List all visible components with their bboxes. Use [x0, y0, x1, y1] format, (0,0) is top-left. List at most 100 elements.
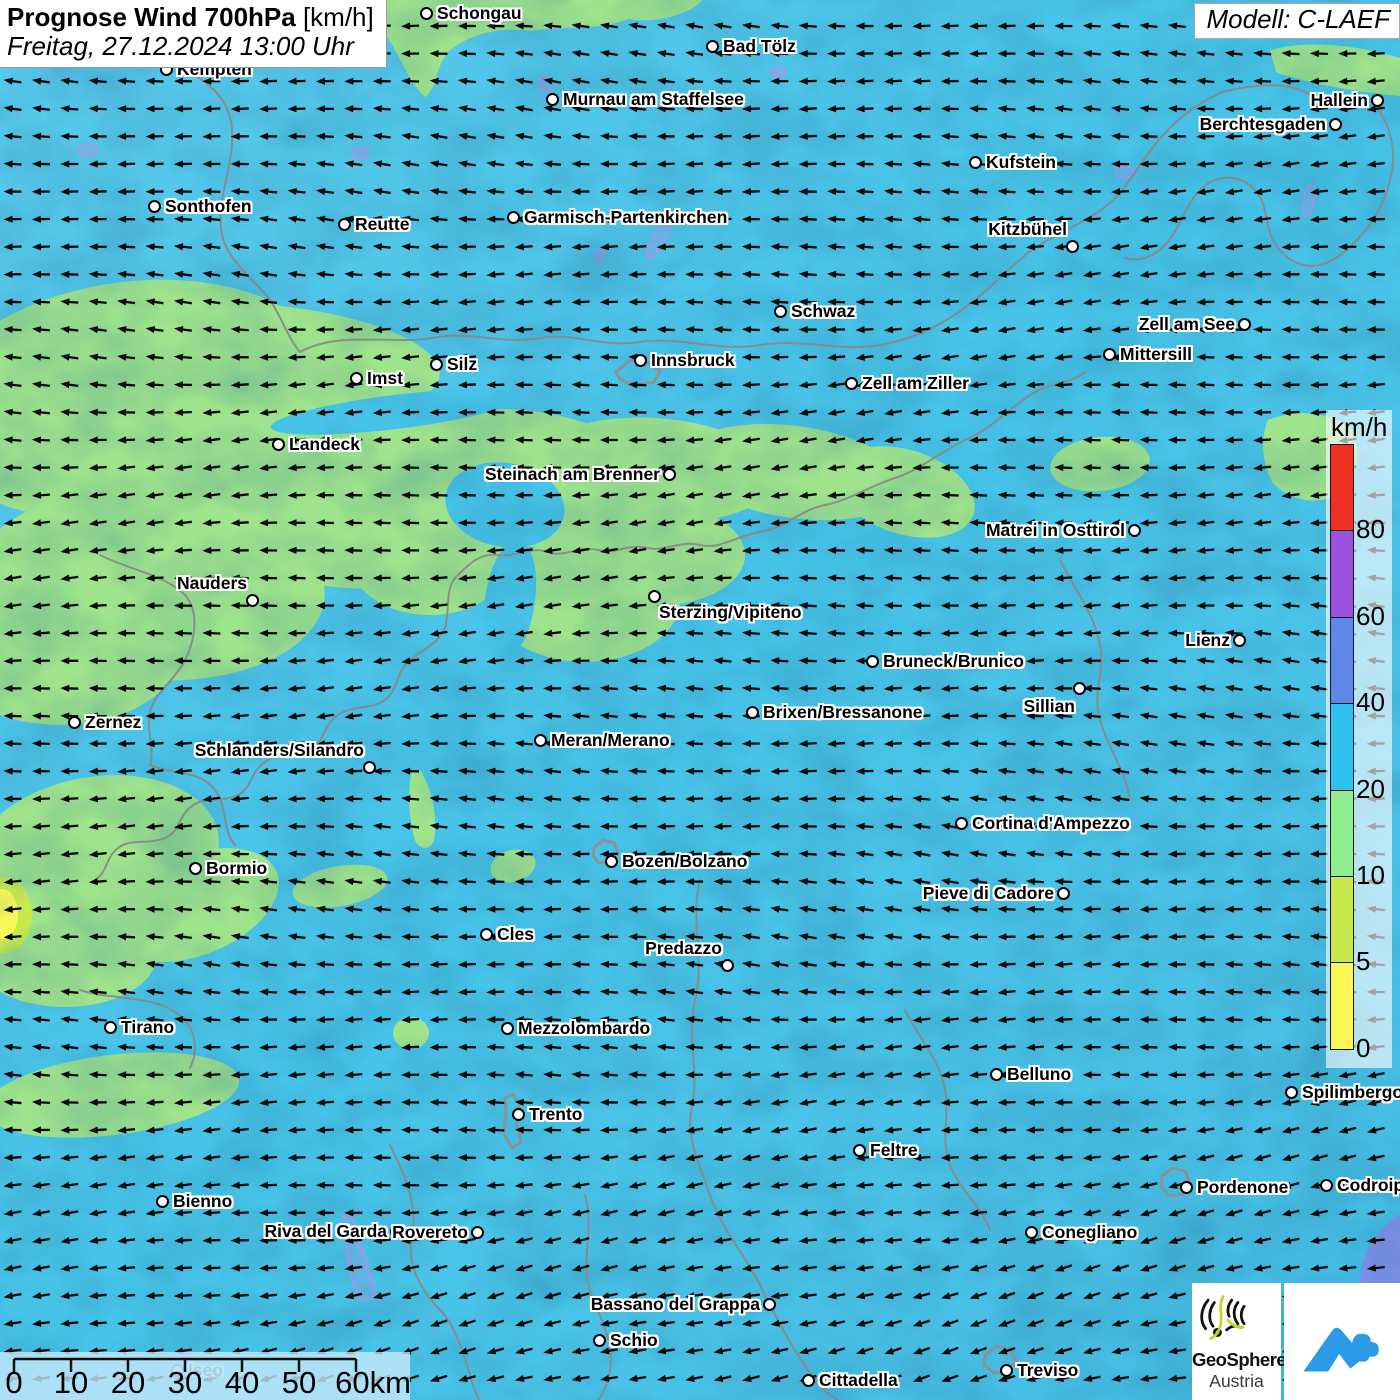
scale-tick-label: 50: [282, 1365, 316, 1400]
city-label: Codroipo: [1337, 1175, 1400, 1196]
city-marker-icon: [802, 1374, 815, 1387]
city-label: Imst: [367, 368, 403, 389]
city-label: Mittersill: [1120, 344, 1192, 365]
city-label: Meran/Merano: [551, 730, 670, 751]
scale-tick-label: 20: [111, 1365, 145, 1400]
legend-tick-label: 10: [1356, 860, 1385, 891]
city-label: Mezzolombardo: [518, 1018, 650, 1039]
city-marker-icon: [1329, 118, 1342, 131]
city-marker-icon: [866, 655, 879, 668]
scale-tick-label: 10: [54, 1365, 88, 1400]
city-label: Bad Tölz: [723, 36, 796, 57]
city-label: Schlanders/Silandro: [195, 740, 364, 761]
city-marker-icon: [350, 372, 363, 385]
city-marker-icon: [246, 594, 259, 607]
city-marker-icon: [593, 1334, 606, 1347]
city-marker-icon: [546, 93, 559, 106]
city-marker-icon: [1025, 1226, 1038, 1239]
city-marker-icon: [534, 734, 547, 747]
city-marker-icon: [1320, 1179, 1333, 1192]
city-label: Zernez: [85, 712, 141, 733]
city-marker-icon: [507, 211, 520, 224]
city-label: Bozen/Bolzano: [622, 851, 747, 872]
city-marker-icon: [1238, 318, 1251, 331]
city-label: Garmisch-Partenkirchen: [524, 207, 727, 228]
scale-tick-label: 0: [5, 1365, 22, 1400]
legend-tick-label: 5: [1356, 946, 1370, 977]
city-marker-icon: [634, 354, 647, 367]
city-label: Landeck: [289, 434, 360, 455]
legend: km/h 806040201050: [1326, 410, 1392, 1068]
city-marker-icon: [1371, 94, 1384, 107]
city-marker-icon: [471, 1226, 484, 1239]
city-label: Hallein: [1311, 90, 1368, 111]
city-label: Bassano del Grappa: [591, 1294, 760, 1315]
legend-segment: [1331, 790, 1353, 876]
city-label: Reutte: [355, 214, 409, 235]
city-marker-icon: [955, 817, 968, 830]
scale-tick-label: 30: [168, 1365, 202, 1400]
legend-segment: [1331, 962, 1353, 1048]
city-marker-icon: [338, 218, 351, 231]
city-label: Predazzo: [645, 938, 722, 959]
city-marker-icon: [501, 1022, 514, 1035]
city-marker-icon: [1000, 1364, 1013, 1377]
city-label: Tirano: [121, 1017, 174, 1038]
city-label: Bormio: [206, 858, 267, 879]
city-marker-icon: [663, 468, 676, 481]
city-marker-icon: [1285, 1086, 1298, 1099]
title-box: Prognose Wind 700hPa [km/h] Freitag, 27.…: [0, 0, 387, 68]
map-title: Prognose Wind 700hPa [km/h]: [7, 3, 374, 32]
city-marker-icon: [1180, 1181, 1193, 1194]
city-label: Zell am Ziller: [862, 373, 969, 394]
city-label: Bruneck/Brunico: [883, 651, 1024, 672]
city-label: Spilimbergo: [1302, 1082, 1400, 1103]
legend-segment: [1331, 530, 1353, 616]
city-label: Kitzbühel: [988, 219, 1067, 240]
scale-tick-label: 60km: [335, 1365, 411, 1400]
city-marker-icon: [763, 1298, 776, 1311]
city-marker-icon: [148, 200, 161, 213]
legend-tick-label: 20: [1356, 774, 1385, 805]
city-marker-icon: [512, 1108, 525, 1121]
geosphere-org-name: GeoSphere: [1192, 1349, 1281, 1371]
city-label: Zell am See: [1139, 314, 1235, 335]
geosphere-logo-box: GeoSphere Austria: [1192, 1283, 1281, 1400]
city-label: Rovereto: [392, 1222, 468, 1243]
city-marker-icon: [706, 40, 719, 53]
model-label: Modell: C-LAEF: [1194, 3, 1400, 39]
city-marker-icon: [480, 928, 493, 941]
city-marker-icon: [1128, 524, 1141, 537]
map-title-main: Prognose Wind 700hPa: [7, 2, 296, 32]
city-label: Kufstein: [986, 152, 1056, 173]
city-label: Pieve di Cadore: [923, 883, 1054, 904]
legend-segment: [1331, 703, 1353, 789]
city-marker-icon: [272, 438, 285, 451]
cities-layer: SchongauBad TölzKemptenMurnau am Staffel…: [0, 0, 1400, 1400]
legend-tick-label: 60: [1356, 601, 1385, 632]
city-marker-icon: [104, 1021, 117, 1034]
wind-forecast-map: SchongauBad TölzKemptenMurnau am Staffel…: [0, 0, 1400, 1400]
legend-bar: [1330, 444, 1354, 1050]
city-marker-icon: [1073, 682, 1086, 695]
city-label: Sterzing/Vipiteno: [659, 602, 802, 623]
city-label: Schongau: [437, 3, 522, 24]
city-label: Cortina d'Ampezzo: [972, 813, 1130, 834]
city-marker-icon: [605, 855, 618, 868]
city-marker-icon: [420, 7, 433, 20]
city-label: Lienz: [1185, 630, 1230, 651]
mountain-cloud-icon: [1296, 1296, 1388, 1388]
map-subtitle: Freitag, 27.12.2024 13:00 Uhr: [7, 32, 374, 61]
city-marker-icon: [1233, 634, 1246, 647]
city-label: Sillian: [1023, 696, 1075, 717]
city-marker-icon: [1057, 887, 1070, 900]
city-label: Murnau am Staffelsee: [563, 89, 744, 110]
city-label: Belluno: [1007, 1064, 1071, 1085]
city-label: Conegliano: [1042, 1222, 1137, 1243]
legend-segment: [1331, 617, 1353, 703]
city-label: Cittadella: [819, 1370, 898, 1391]
city-marker-icon: [845, 377, 858, 390]
city-label: Cles: [497, 924, 534, 945]
partner-logo-box: [1284, 1283, 1400, 1400]
city-marker-icon: [156, 1195, 169, 1208]
